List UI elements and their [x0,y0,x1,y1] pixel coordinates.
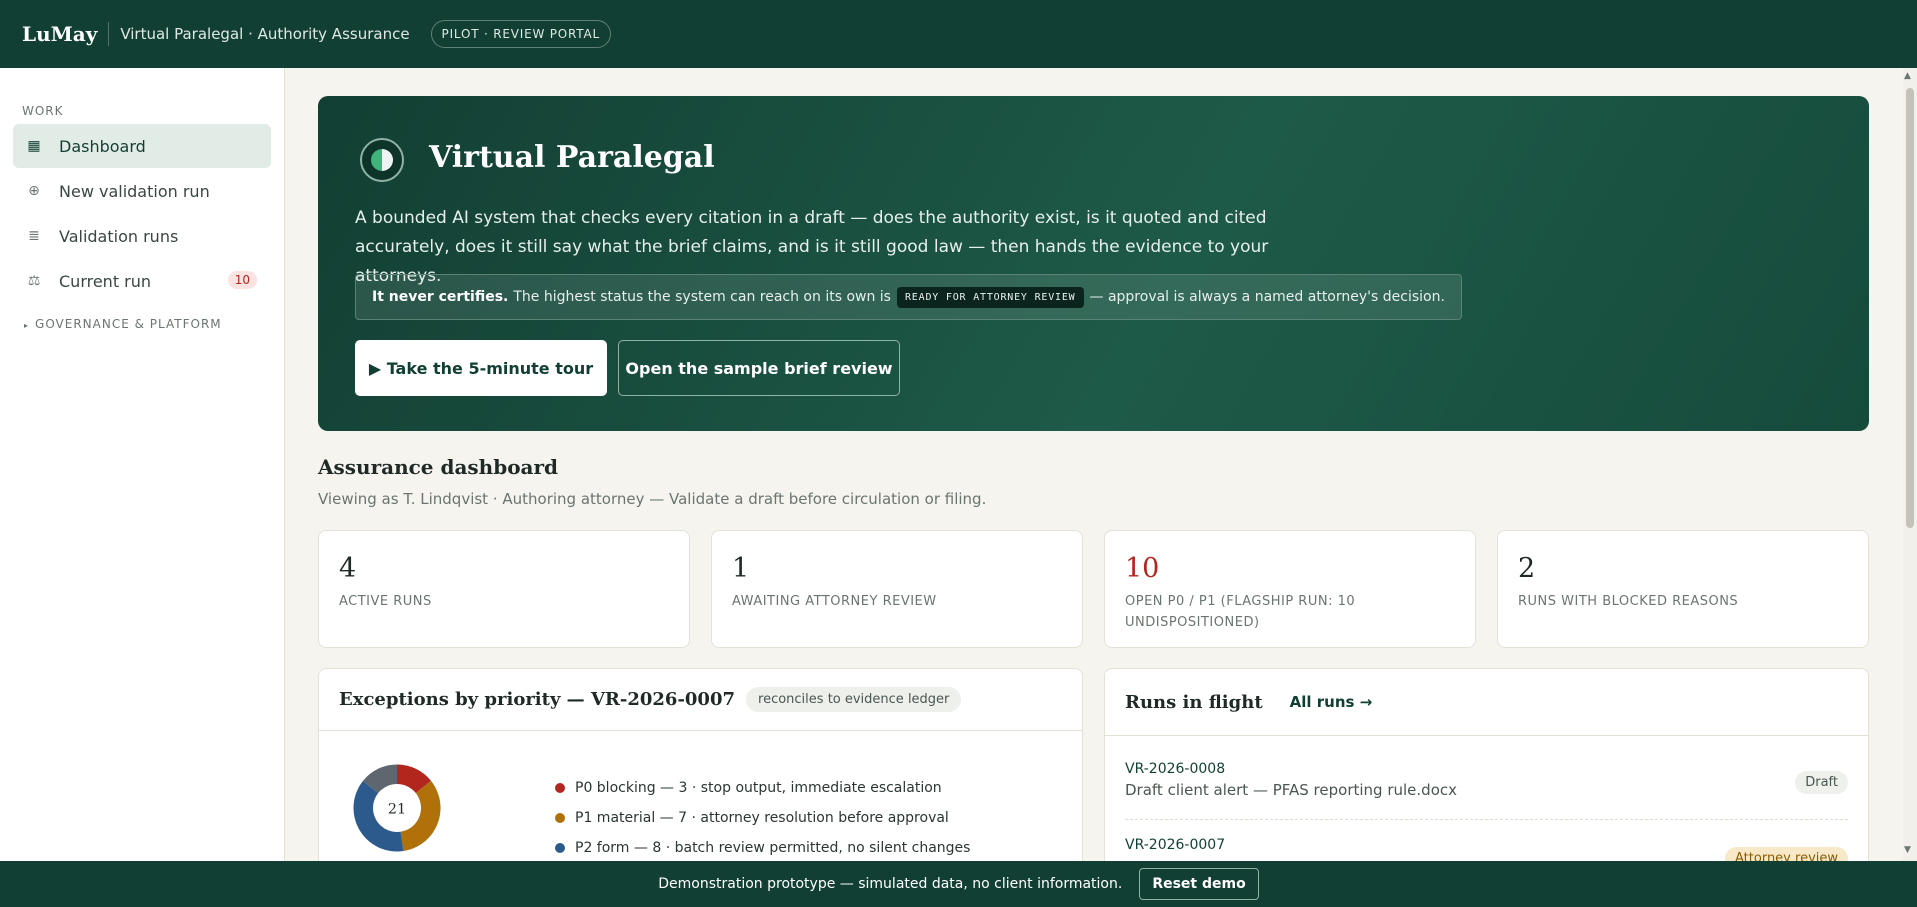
scales-icon: ⚖ [27,273,41,289]
sidebar-item-dashboard[interactable]: ▦ Dashboard [13,124,271,168]
dashboard-subtitle: Viewing as T. Lindqvist · Authoring atto… [318,490,987,508]
certification-note: It never certifies. The highest status t… [355,274,1462,320]
open-sample-review-button[interactable]: Open the sample brief review [618,340,900,396]
certification-note-before: The highest status the system can reach … [513,289,891,305]
stat-label: AWAITING ATTORNEY REVIEW [732,594,937,609]
run-row[interactable]: VR-2026-0008 Draft client alert — PFAS r… [1125,761,1848,799]
all-runs-link[interactable]: All runs → [1290,693,1373,711]
runs-title: Runs in flight [1125,691,1263,713]
sidebar-section-work: WORK [22,104,64,118]
exceptions-title: Exceptions by priority — VR-2026-0007 [339,689,736,710]
list-icon: ≣ [28,228,40,244]
legend-label: P0 blocking — 3 · stop output, immediate… [575,780,942,796]
hero-panel: Virtual Paralegal A bounded AI system th… [318,96,1869,431]
stat-card-active-runs[interactable]: 4 ACTIVE RUNS [318,530,690,648]
legend-item-p2: P2 form — 8 · batch review permitted, no… [555,833,970,863]
sidebar-item-label: Current run [59,271,152,291]
sidebar-item-new-validation-run[interactable]: ⊕ New validation run [13,169,271,213]
run-divider [1125,819,1848,820]
legend-dot-icon [555,783,565,793]
app-subtitle: Virtual Paralegal · Authority Assurance [120,25,410,43]
legend-item-p1: P1 material — 7 · attorney resolution be… [555,803,970,833]
shield-logo-icon [360,138,404,182]
status-code-chip: READY FOR ATTORNEY REVIEW [896,286,1084,308]
pilot-badge: PILOT · REVIEW PORTAL [430,20,611,48]
scroll-down-arrow-icon[interactable]: ▼ [1904,845,1911,855]
run-name: Draft client alert — PFAS reporting rule… [1125,781,1457,799]
sidebar-item-label: Validation runs [59,226,179,246]
page-scrollbar-thumb[interactable] [1906,88,1914,528]
stat-card-awaiting-review[interactable]: 1 AWAITING ATTORNEY REVIEW [711,530,1083,648]
stat-card-blocked-runs[interactable]: 2 RUNS WITH BLOCKED REASONS [1497,530,1869,648]
scroll-up-arrow-icon[interactable]: ▲ [1904,71,1911,81]
brand-logo[interactable]: LuMay [22,22,97,46]
demo-footer: Demonstration prototype — simulated data… [0,861,1917,907]
stat-card-open-p0-p1[interactable]: 10 OPEN P0 / P1 (FLAGSHIP RUN: 10 UNDISP… [1104,530,1476,648]
stat-label: OPEN P0 / P1 (FLAGSHIP RUN: 10 UNDISPOSI… [1125,594,1356,630]
plus-circle-icon: ⊕ [28,183,40,199]
legend-label: P1 material — 7 · attorney resolution be… [575,810,949,826]
hero-title: Virtual Paralegal [429,140,715,175]
caret-right-icon: ▸ [24,321,30,330]
sidebar: WORK ▦ Dashboard ⊕ New validation run ≣ … [0,68,285,861]
stat-value: 4 [339,553,357,584]
sidebar-group-label: GOVERNANCE & PLATFORM [35,317,222,331]
run-id-link[interactable]: VR-2026-0008 [1125,761,1848,777]
sidebar-item-label: Dashboard [59,136,146,156]
reconciles-chip: reconciles to evidence ledger [746,687,962,712]
sidebar-group-governance[interactable]: ▸ GOVERNANCE & PLATFORM [0,317,284,331]
legend-dot-icon [555,843,565,853]
sidebar-item-validation-runs[interactable]: ≣ Validation runs [13,214,271,258]
demo-footer-text: Demonstration prototype — simulated data… [658,876,1123,892]
brand-divider [108,22,110,46]
exceptions-donut-chart: 21 [353,764,441,852]
certification-note-strong: It never certifies. [372,289,509,305]
exceptions-legend: P0 blocking — 3 · stop output, immediate… [555,773,970,863]
stat-value: 2 [1518,553,1536,584]
top-bar: LuMay Virtual Paralegal · Authority Assu… [0,0,1917,68]
take-tour-button[interactable]: ▶ Take the 5-minute tour [355,340,607,396]
legend-item-p0: P0 blocking — 3 · stop output, immediate… [555,773,970,803]
sidebar-item-label: New validation run [59,181,210,201]
reset-demo-button[interactable]: Reset demo [1139,868,1259,900]
exceptions-panel-header: Exceptions by priority — VR-2026-0007 re… [319,669,1082,731]
legend-dot-icon [555,813,565,823]
legend-label: P2 form — 8 · batch review permitted, no… [575,840,971,856]
stat-value: 1 [732,553,750,584]
stat-label: RUNS WITH BLOCKED REASONS [1518,594,1739,609]
current-run-count-badge: 10 [227,271,257,289]
stat-value: 10 [1125,553,1160,584]
grid-icon: ▦ [27,138,41,154]
status-badge-draft: Draft [1795,771,1848,794]
certification-note-after: — approval is always a named attorney's … [1089,289,1445,305]
sidebar-item-current-run[interactable]: ⚖ Current run 10 [13,259,271,303]
runs-panel-header: Runs in flight All runs → [1105,669,1868,736]
stat-label: ACTIVE RUNS [339,594,432,609]
dashboard-title: Assurance dashboard [318,455,559,479]
donut-total-label: 21 [388,801,406,817]
